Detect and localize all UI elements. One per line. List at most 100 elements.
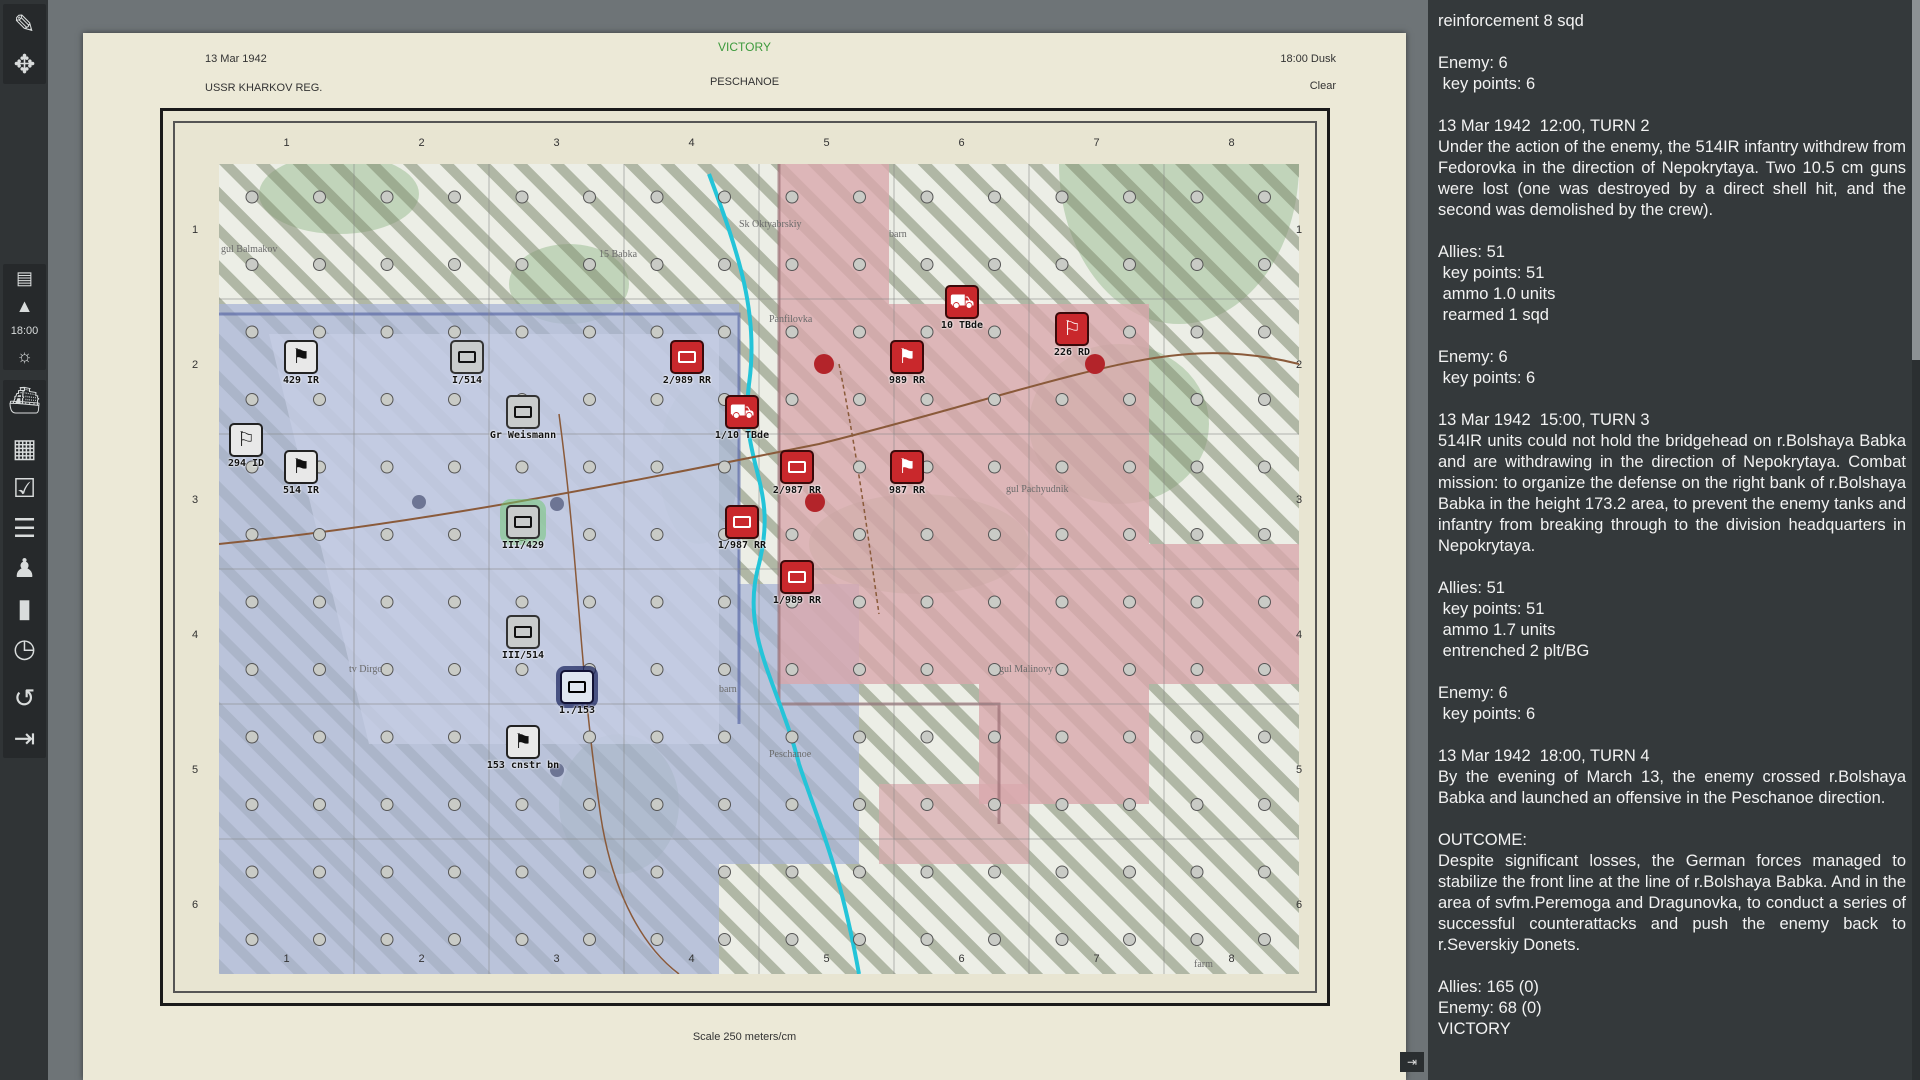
unit-box-icon xyxy=(670,340,704,374)
key-point xyxy=(1258,865,1271,879)
exit-icon[interactable]: ⇥ xyxy=(3,718,46,758)
key-point xyxy=(1190,933,1204,946)
unit-counter[interactable]: ⚑ 153 cnstr bn xyxy=(483,725,563,771)
tree-list-icon[interactable]: ☰ xyxy=(3,508,46,548)
key-point xyxy=(1055,730,1069,744)
key-point xyxy=(245,528,259,541)
key-point xyxy=(785,528,799,541)
unit-counter[interactable]: ⛟ 1/10 TBde xyxy=(702,395,782,441)
battle-log-panel[interactable]: reinforcement 8 sqd Enemy: 6 key points: … xyxy=(1428,0,1920,1080)
key-point xyxy=(785,730,799,744)
grid-col-label: 1 xyxy=(283,137,290,149)
unit-flag-icon: ⚑ xyxy=(890,450,924,484)
key-point xyxy=(515,663,529,676)
key-point xyxy=(583,325,596,339)
key-point xyxy=(920,528,934,541)
unit-box-icon xyxy=(506,505,540,539)
key-point xyxy=(1055,393,1069,406)
key-point xyxy=(853,258,866,271)
key-point xyxy=(1055,595,1069,609)
log-entry: reinforcement 8 sqd xyxy=(1438,12,1584,30)
grid-row-label: 5 xyxy=(1295,764,1303,776)
map-place-name: Peschanoe xyxy=(769,749,812,760)
key-point xyxy=(920,865,934,879)
map-place-name: gul Pachyudnik xyxy=(1006,484,1069,495)
grid-col-label: 7 xyxy=(1093,137,1100,149)
key-point xyxy=(650,258,664,271)
unit-counter[interactable]: ⛟ 10 TBde xyxy=(922,285,1002,331)
grid-row-label: 1 xyxy=(191,224,199,236)
unit-label: Gr Weismann xyxy=(489,430,557,441)
log-entry: OUTCOME: Despite significant losses, the… xyxy=(1438,831,1906,954)
notes-icon[interactable]: ▤ xyxy=(3,264,46,292)
up-arrow-icon[interactable]: ▲ xyxy=(3,292,46,320)
key-point xyxy=(988,528,1001,541)
key-point xyxy=(245,393,259,406)
move-icon[interactable]: ✥ xyxy=(3,44,46,84)
map-place-name: Panfilovka xyxy=(769,314,813,325)
key-point xyxy=(988,865,1001,879)
grid-row-label: 4 xyxy=(191,629,199,641)
key-point xyxy=(313,190,326,204)
log-scroll-thumb[interactable] xyxy=(1912,0,1920,360)
tool-group-top: ✎ ✥ xyxy=(3,4,46,84)
grid-col-label: 4 xyxy=(688,953,695,965)
key-point xyxy=(650,325,664,339)
unit-counter[interactable]: Gr Weismann xyxy=(483,395,563,441)
clock-icon[interactable]: ◷ xyxy=(3,628,46,668)
unit-box-icon xyxy=(780,560,814,594)
key-point xyxy=(785,865,799,879)
unit-label: 514 IR xyxy=(282,485,320,496)
grid-col-label: 8 xyxy=(1228,137,1235,149)
unit-counter[interactable]: 2/987 RR xyxy=(757,450,837,496)
key-point xyxy=(853,325,866,339)
unit-counter[interactable]: I/514 xyxy=(427,340,507,386)
unit-label: 2/987 RR xyxy=(772,485,822,496)
key-point xyxy=(650,865,664,879)
map-place-name: barn xyxy=(719,684,737,695)
unit-counter[interactable]: 1/987 RR xyxy=(702,505,782,551)
key-point xyxy=(853,730,866,744)
ship-icon[interactable]: ⛴ xyxy=(3,380,46,420)
log-scrollbar[interactable] xyxy=(1912,0,1920,1080)
checklist-icon[interactable]: ☑ xyxy=(3,468,46,508)
key-point xyxy=(988,595,1001,609)
key-point xyxy=(853,933,866,946)
unit-counter[interactable]: 1./153 xyxy=(537,670,617,716)
key-point xyxy=(650,663,664,676)
undo-icon[interactable]: ↺ xyxy=(3,678,46,718)
friendly-marker xyxy=(412,495,426,509)
unit-flag-icon: ⚑ xyxy=(284,340,318,374)
key-point xyxy=(1055,663,1069,676)
unit-counter[interactable]: III/514 xyxy=(483,615,563,661)
key-point xyxy=(1258,663,1271,676)
map-icon[interactable]: ▦ xyxy=(3,428,46,468)
key-point xyxy=(718,865,731,879)
key-point xyxy=(448,730,461,744)
key-point xyxy=(718,933,731,946)
group-icon[interactable]: ♟ xyxy=(3,548,46,588)
unit-counter[interactable]: ⚑ 429 IR xyxy=(261,340,341,386)
unit-counter[interactable]: 1/989 RR xyxy=(757,560,837,606)
enemy-zone-south xyxy=(879,784,1029,864)
grid-row-label: 2 xyxy=(191,359,199,371)
unit-counter[interactable]: ⚑ 987 RR xyxy=(867,450,947,496)
key-point xyxy=(718,258,731,271)
key-point xyxy=(718,190,731,204)
measure-icon[interactable]: ✎ xyxy=(3,4,46,44)
unit-label: 10 TBde xyxy=(940,320,984,331)
key-point xyxy=(448,798,461,811)
chart-icon[interactable]: ▮ xyxy=(3,588,46,628)
unit-counter[interactable]: ⚐ 226 RD xyxy=(1032,312,1112,358)
key-point xyxy=(448,528,461,541)
unit-label: 987 RR xyxy=(888,485,926,496)
key-point xyxy=(1190,528,1204,541)
key-point xyxy=(650,528,664,541)
unit-counter[interactable]: ⚑ 989 RR xyxy=(867,340,947,386)
unit-counter[interactable]: 2/989 RR xyxy=(647,340,727,386)
unit-counter[interactable]: ⚑ 514 IR xyxy=(261,450,341,496)
collapse-panel-button[interactable]: ⇥ xyxy=(1400,1052,1424,1072)
key-point xyxy=(380,528,394,541)
tactical-map[interactable]: ⚑ 429 IR I/514 Gr Weismann ⚐ 294 ID ⚑ 514 IR III… xyxy=(219,164,1299,974)
unit-counter[interactable]: III/429 xyxy=(483,505,563,551)
